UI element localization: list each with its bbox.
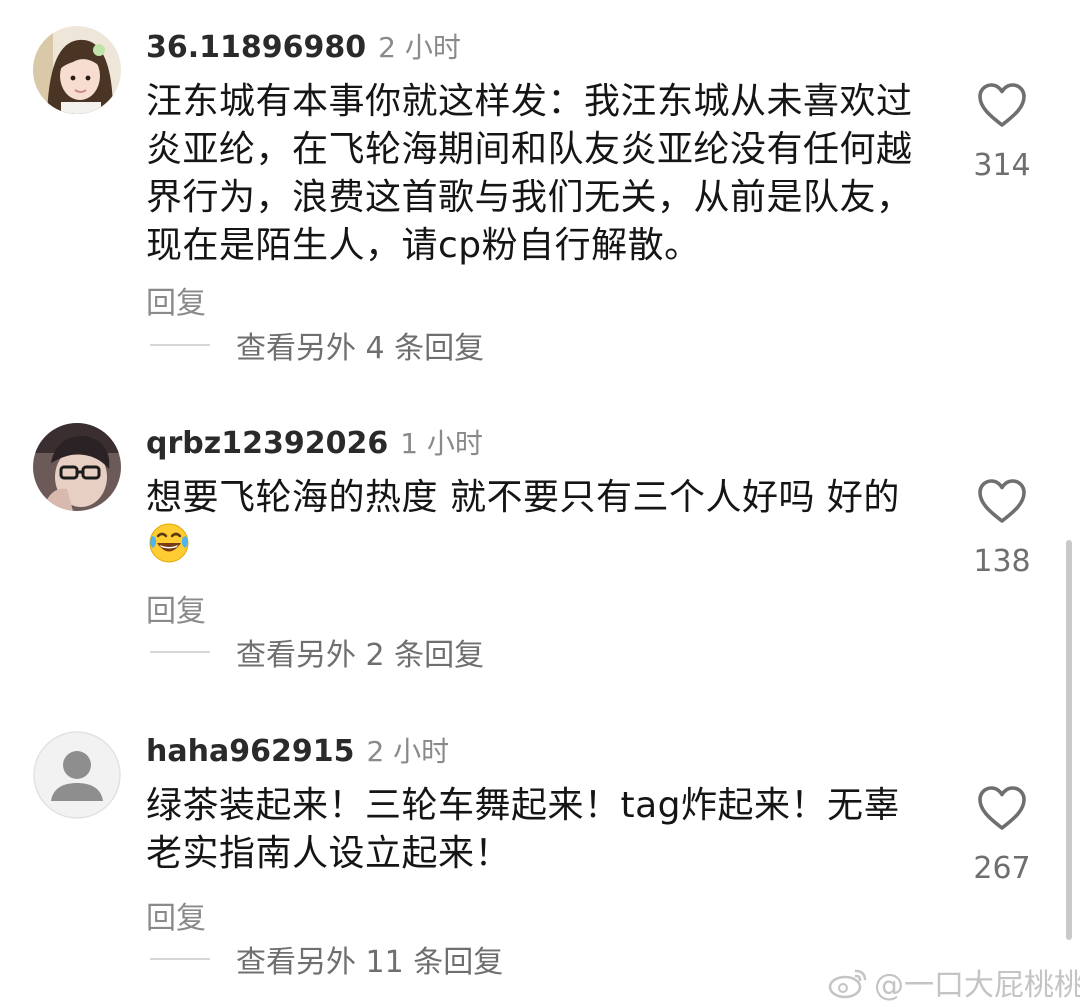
scrollbar[interactable] — [1066, 540, 1072, 940]
username[interactable]: haha962915 — [146, 734, 354, 769]
avatar[interactable] — [33, 423, 121, 511]
like-count: 267 — [973, 851, 1031, 886]
heart-icon[interactable] — [977, 82, 1027, 128]
weibo-logo-icon — [828, 969, 867, 999]
weibo-watermark: @一口大屁桃桃 — [828, 962, 1080, 1003]
comment-meta: qrbz12392026 1 小时 — [146, 422, 483, 462]
view-more-label: 查看另外 4 条回复 — [236, 331, 485, 366]
avatar[interactable] — [33, 26, 121, 114]
divider — [150, 344, 210, 346]
comment-meta: 36.11896980 2 小时 — [146, 26, 461, 66]
girl-avatar-icon — [33, 26, 121, 114]
view-more-label: 查看另外 2 条回复 — [236, 638, 485, 673]
view-more-label: 查看另外 11 条回复 — [236, 945, 504, 980]
comment-text: 想要飞轮海的热度 就不要只有三个人好吗 好的 — [146, 474, 936, 570]
like-control: 267 — [960, 785, 1044, 886]
like-control: 314 — [960, 82, 1044, 183]
username[interactable]: 36.11896980 — [146, 30, 366, 65]
view-more-replies[interactable]: 查看另外 2 条回复 — [150, 632, 485, 673]
timestamp: 2 小时 — [366, 735, 450, 768]
comment-text: 汪东城有本事你就这样发：我汪东城从未喜欢过炎亚纶，在飞轮海期间和队友炎亚纶没有任… — [146, 81, 913, 266]
divider — [150, 958, 210, 960]
heart-icon[interactable] — [977, 478, 1027, 524]
timestamp: 1 小时 — [400, 427, 483, 460]
timestamp: 2 小时 — [378, 31, 461, 64]
view-more-replies[interactable]: 查看另外 11 条回复 — [150, 939, 504, 980]
watermark-label: @一口大屁桃桃 — [874, 968, 1080, 1003]
glasses-avatar-icon — [33, 423, 121, 511]
comment-text-content: 想要飞轮海的热度 就不要只有三个人好吗 好的 — [146, 477, 900, 518]
reply-button[interactable]: 回复 — [146, 586, 206, 630]
like-control: 138 — [960, 478, 1044, 579]
like-count: 138 — [973, 544, 1031, 579]
comment-meta: haha962915 2 小时 — [146, 730, 449, 770]
reply-button[interactable]: 回复 — [146, 278, 206, 322]
reply-button[interactable]: 回复 — [146, 893, 206, 937]
like-count: 314 — [973, 148, 1031, 183]
avatar[interactable] — [33, 731, 121, 819]
default-user-icon — [33, 731, 121, 819]
view-more-replies[interactable]: 查看另外 4 条回复 — [150, 325, 485, 366]
divider — [150, 651, 210, 653]
heart-icon[interactable] — [977, 785, 1027, 831]
username[interactable]: qrbz12392026 — [146, 426, 388, 461]
laughing-tears-icon — [149, 523, 189, 563]
comment-text: 绿茶装起来！三轮车舞起来！tag炸起来！无辜老实指南人设立起来！ — [146, 785, 901, 874]
